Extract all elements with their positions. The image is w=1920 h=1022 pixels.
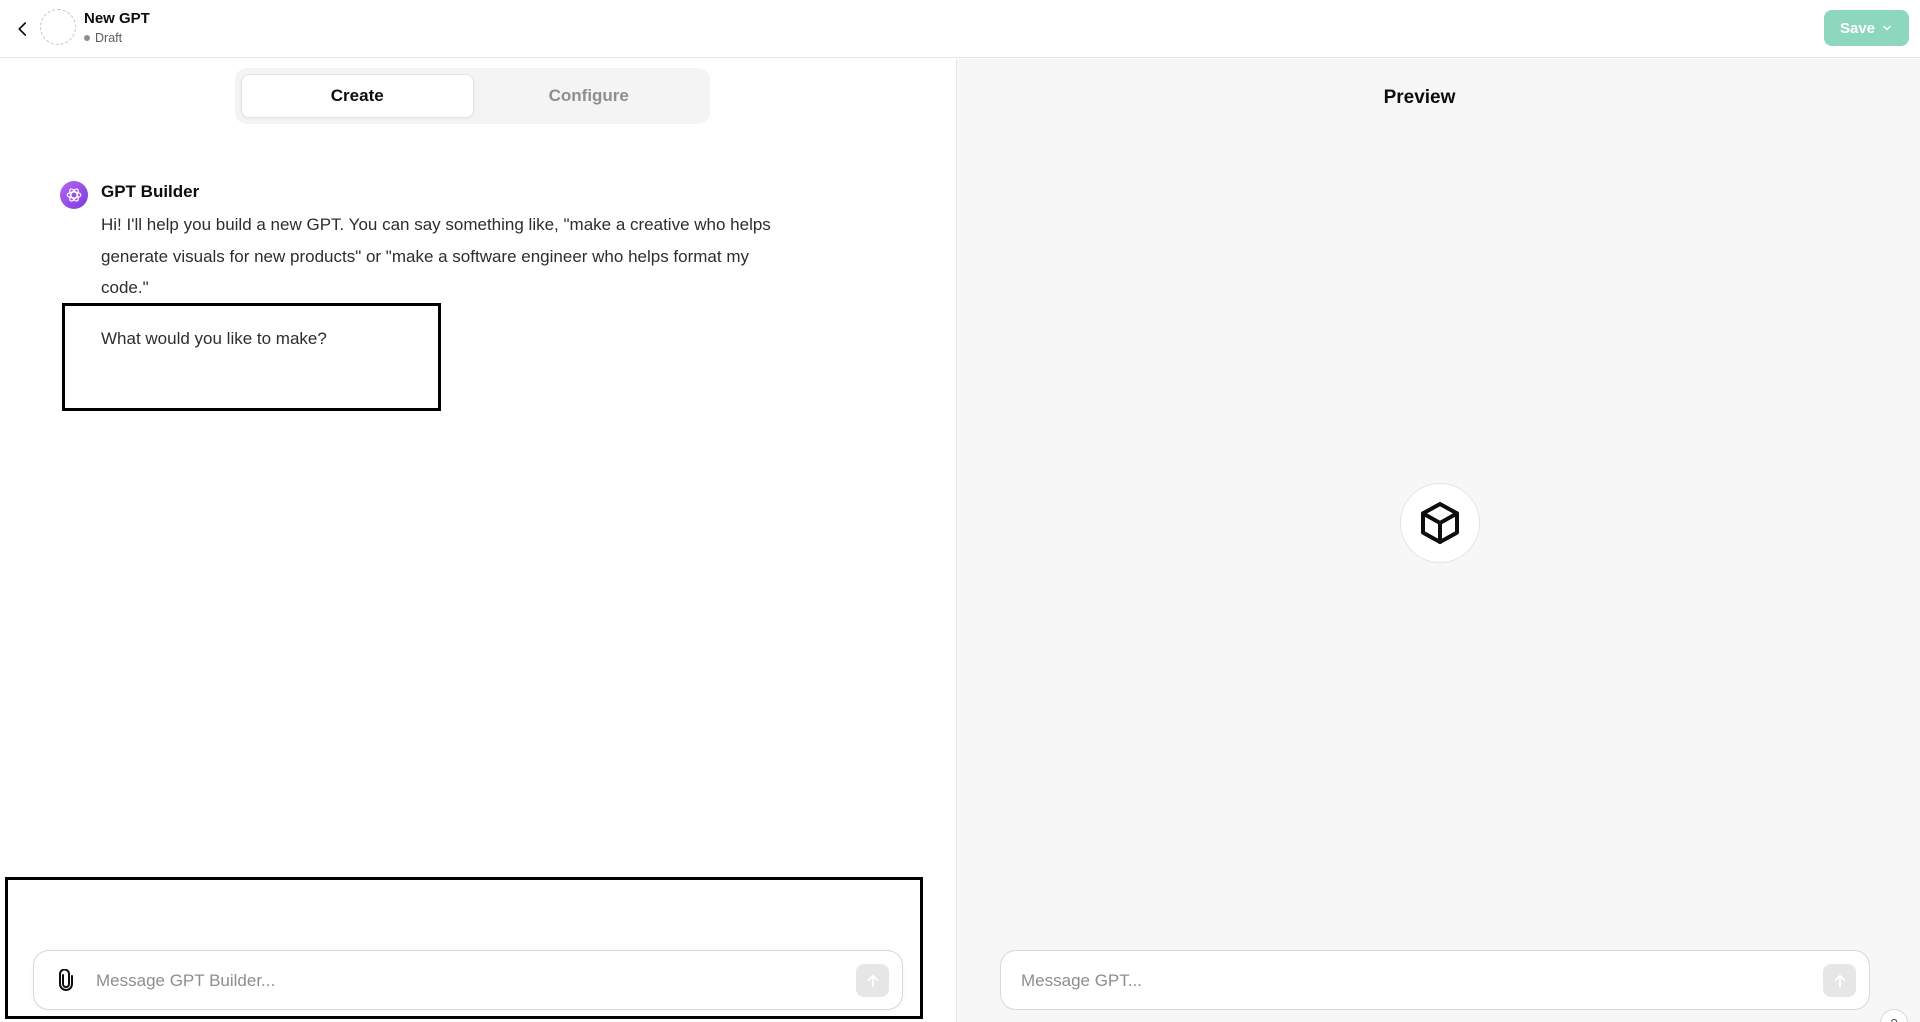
arrow-up-icon [1834, 974, 1845, 987]
preview-pane: Preview ? [957, 59, 1920, 1022]
top-header: New GPT Draft Save [0, 0, 1920, 58]
tab-create[interactable]: Create [241, 74, 474, 118]
paperclip-icon [59, 968, 73, 991]
annotation-box [62, 303, 441, 411]
tab-configure[interactable]: Configure [474, 74, 705, 118]
mode-tabs: Create Configure [235, 68, 710, 124]
attach-button[interactable] [54, 968, 78, 993]
back-button[interactable] [8, 14, 38, 44]
gpt-name: New GPT [84, 10, 150, 27]
preview-gpt-avatar [1400, 483, 1480, 563]
message-question: What would you like to make? [101, 329, 327, 348]
gpt-builder-icon [60, 181, 88, 209]
arrow-up-icon [867, 974, 878, 987]
gpt-avatar-placeholder[interactable] [40, 9, 76, 45]
chevron-left-icon [18, 22, 27, 36]
draft-status: Draft [84, 31, 122, 45]
save-label: Save [1839, 19, 1876, 37]
builder-pane: Create Configure GPT Builder Hi! I'll he… [0, 59, 956, 1022]
draft-label: Draft [95, 31, 123, 45]
save-button[interactable]: Save [1824, 10, 1909, 46]
help-button[interactable]: ? [1880, 1009, 1908, 1022]
preview-title: Preview [1383, 87, 1456, 108]
status-dot-icon [84, 35, 90, 41]
cube-icon [1421, 502, 1459, 544]
message-text: Hi! I'll help you build a new GPT. You c… [101, 215, 771, 297]
message-author: GPT Builder [101, 182, 200, 201]
chevron-down-icon [1883, 25, 1891, 31]
builder-composer [33, 950, 903, 1010]
preview-message-input[interactable] [1021, 963, 1781, 999]
builder-message-input[interactable] [96, 963, 816, 999]
builder-send-button[interactable] [856, 964, 889, 997]
preview-composer [1000, 950, 1870, 1010]
preview-send-button[interactable] [1823, 964, 1856, 997]
